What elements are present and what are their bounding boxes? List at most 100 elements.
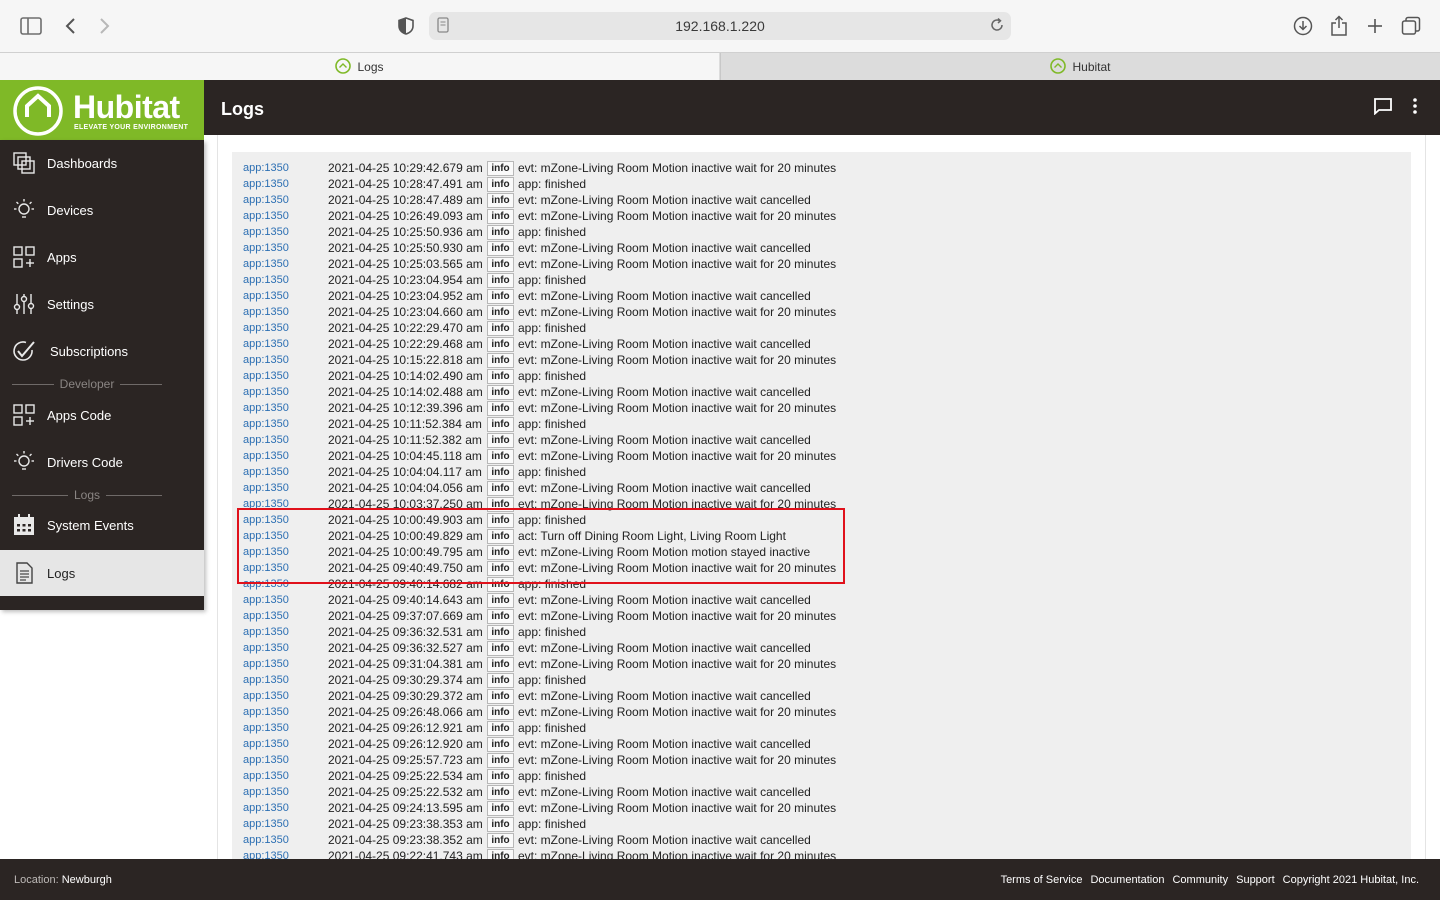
log-message: app: finished	[518, 817, 587, 831]
log-source-link[interactable]: app:1350	[243, 514, 289, 526]
log-row: app:1350 2021-04-25 10:23:04.660 am info ev…	[232, 304, 1411, 320]
community-link[interactable]: Community	[1172, 874, 1228, 886]
log-source-link[interactable]: app:1350	[243, 530, 289, 542]
log-timestamp: 2021-04-25 10:11:52.384 am	[328, 417, 482, 431]
log-source-link[interactable]: app:1350	[243, 194, 289, 206]
log-level-badge: info	[487, 257, 514, 272]
log-source-link[interactable]: app:1350	[243, 818, 289, 830]
sidebar-item-system-events[interactable]: System Events	[0, 502, 204, 548]
log-timestamp: 2021-04-25 09:26:12.920 am	[328, 737, 483, 751]
log-source-link[interactable]: app:1350	[243, 226, 289, 238]
log-source-link[interactable]: app:1350	[243, 626, 289, 638]
new-tab-icon[interactable]	[1363, 14, 1387, 38]
terms-of-service-link[interactable]: Terms of Service	[1001, 874, 1083, 886]
log-level-badge: info	[487, 401, 514, 416]
log-source-link[interactable]: app:1350	[243, 386, 289, 398]
log-level-badge: info	[487, 193, 514, 208]
log-source-link[interactable]: app:1350	[243, 594, 289, 606]
documentation-link[interactable]: Documentation	[1090, 874, 1164, 886]
section-label: Developer	[59, 377, 115, 391]
log-timestamp: 2021-04-25 10:22:29.470 am	[328, 321, 483, 335]
location-value: Newburgh	[61, 874, 112, 886]
log-source-link[interactable]: app:1350	[243, 658, 289, 670]
support-link[interactable]: Support	[1236, 874, 1275, 886]
sidebar-toggle-icon[interactable]	[19, 14, 43, 38]
sidebar-item-apps-code[interactable]: Apps Code	[0, 392, 204, 438]
log-message: evt: mZone-Living Room Motion inactive w…	[518, 161, 837, 175]
log-message: app: finished	[518, 177, 587, 191]
bulb-icon	[12, 450, 36, 474]
log-source-link[interactable]: app:1350	[243, 210, 289, 222]
download-icon[interactable]	[1291, 14, 1315, 38]
back-icon[interactable]	[58, 14, 82, 38]
sidebar-item-apps[interactable]: Apps	[0, 234, 204, 280]
sidebar-item-devices[interactable]: Devices	[0, 187, 204, 233]
log-level-badge: info	[487, 689, 514, 704]
log-source-link[interactable]: app:1350	[243, 322, 289, 334]
log-timestamp: 2021-04-25 09:25:22.532 am	[328, 785, 483, 799]
log-source-link[interactable]: app:1350	[243, 834, 289, 846]
forward-icon[interactable]	[93, 14, 117, 38]
log-source-link[interactable]: app:1350	[243, 370, 289, 382]
log-source-link[interactable]: app:1350	[243, 674, 289, 686]
reload-icon[interactable]	[989, 17, 1005, 38]
log-source-link[interactable]: app:1350	[243, 610, 289, 622]
log-source-link[interactable]: app:1350	[243, 434, 289, 446]
sidebar-item-dashboards[interactable]: Dashboards	[0, 140, 204, 186]
log-source-link[interactable]: app:1350	[243, 722, 289, 734]
log-message: evt: mZone-Living Room Motion inactive w…	[518, 657, 837, 671]
shield-icon[interactable]	[394, 14, 418, 38]
log-source-link[interactable]: app:1350	[243, 850, 289, 859]
log-message: app: finished	[518, 513, 587, 527]
copyright-text: Copyright 2021 Hubitat, Inc.	[1282, 874, 1419, 886]
log-source-link[interactable]: app:1350	[243, 354, 289, 366]
log-timestamp: 2021-04-25 10:03:37.250 am	[328, 497, 483, 511]
log-source-link[interactable]: app:1350	[243, 546, 289, 558]
tab-logs[interactable]: Logs	[0, 53, 719, 81]
log-source-link[interactable]: app:1350	[243, 306, 289, 318]
log-row: app:1350 2021-04-25 09:25:22.532 am info ev…	[232, 784, 1411, 800]
log-source-link[interactable]: app:1350	[243, 482, 289, 494]
browser-toolbar: 192.168.1.220	[0, 0, 1440, 52]
log-source-link[interactable]: app:1350	[243, 290, 289, 302]
log-source-link[interactable]: app:1350	[243, 770, 289, 782]
log-source-link[interactable]: app:1350	[243, 242, 289, 254]
tab-overview-icon[interactable]	[1399, 14, 1423, 38]
sidebar-item-label: Drivers Code	[47, 454, 123, 470]
sidebar-item-logs[interactable]: Logs	[0, 550, 204, 596]
sidebar-item-settings[interactable]: Settings	[0, 281, 204, 327]
log-timestamp: 2021-04-25 10:23:04.952 am	[328, 289, 483, 303]
tab-hubitat[interactable]: Hubitat	[720, 53, 1440, 81]
log-source-link[interactable]: app:1350	[243, 258, 289, 270]
log-source-link[interactable]: app:1350	[243, 578, 289, 590]
log-timestamp: 2021-04-25 09:36:32.527 am	[328, 641, 483, 655]
log-list[interactable]: app:1350 2021-04-25 10:29:42.679 am info ev…	[232, 152, 1411, 859]
log-source-link[interactable]: app:1350	[243, 450, 289, 462]
log-source-link[interactable]: app:1350	[243, 338, 289, 350]
sidebar-item-subscriptions[interactable]: Subscriptions	[0, 328, 204, 374]
log-source-link[interactable]: app:1350	[243, 738, 289, 750]
log-level-badge: info	[487, 465, 514, 480]
log-source-link[interactable]: app:1350	[243, 274, 289, 286]
log-source-link[interactable]: app:1350	[243, 418, 289, 430]
log-source-link[interactable]: app:1350	[243, 498, 289, 510]
log-source-link[interactable]: app:1350	[243, 754, 289, 766]
log-source-link[interactable]: app:1350	[243, 466, 289, 478]
log-source-link[interactable]: app:1350	[243, 690, 289, 702]
log-source-link[interactable]: app:1350	[243, 802, 289, 814]
feedback-chat-icon[interactable]	[1373, 96, 1393, 116]
log-source-link[interactable]: app:1350	[243, 178, 289, 190]
log-source-link[interactable]: app:1350	[243, 642, 289, 654]
more-options-icon[interactable]	[1405, 96, 1425, 116]
log-source-link[interactable]: app:1350	[243, 562, 289, 574]
address-bar[interactable]: 192.168.1.220	[429, 12, 1011, 40]
log-source-link[interactable]: app:1350	[243, 706, 289, 718]
hubitat-logo[interactable]: Hubitat ELEVATE YOUR ENVIRONMENT	[0, 80, 204, 140]
log-source-link[interactable]: app:1350	[243, 402, 289, 414]
log-source-link[interactable]: app:1350	[243, 786, 289, 798]
log-source-link[interactable]: app:1350	[243, 162, 289, 174]
log-timestamp: 2021-04-25 09:40:14.682 am	[328, 577, 483, 591]
share-icon[interactable]	[1327, 14, 1351, 38]
sidebar-item-drivers-code[interactable]: Drivers Code	[0, 439, 204, 485]
log-row: app:1350 2021-04-25 10:22:29.470 am info ap…	[232, 320, 1411, 336]
